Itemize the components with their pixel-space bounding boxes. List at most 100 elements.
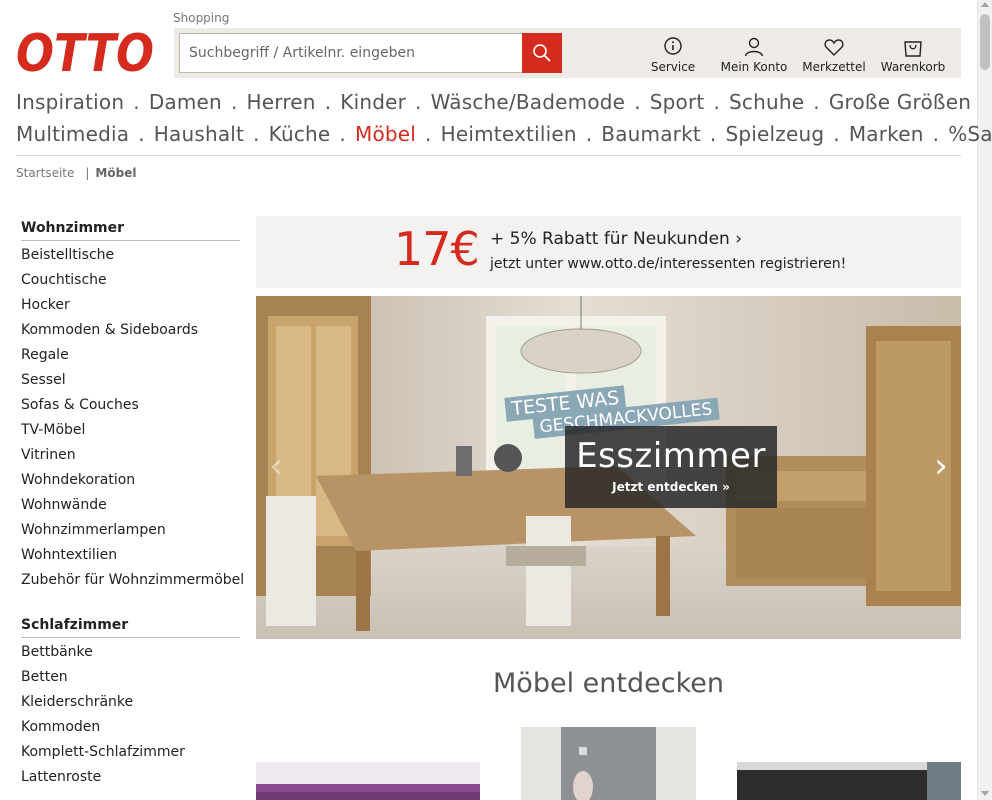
nav-separator: . (833, 122, 840, 146)
breadcrumb-home[interactable]: Startseite (16, 166, 74, 180)
nav-separator: . (324, 90, 332, 114)
nav-separator: . (713, 90, 721, 114)
nav-item-inspiration[interactable]: Inspiration (16, 90, 124, 114)
sidebar-link[interactable]: Betten (21, 665, 240, 690)
search-button[interactable] (522, 33, 562, 73)
sidebar-link[interactable]: Bettbänke (21, 640, 240, 665)
nav-item-grosse-groessen[interactable]: Große Größen (829, 90, 971, 114)
sidebar-link[interactable]: Wohnzimmerlampen (21, 518, 240, 543)
otto-logo-text: OTTO (16, 27, 154, 75)
search-box (179, 33, 523, 73)
sidebar-section-schlafzimmer: Schlafzimmer Bettbänke Betten Kleidersch… (21, 617, 240, 790)
sidebar-heading[interactable]: Schlafzimmer (21, 617, 240, 638)
promo-subtitle: jetzt unter www.otto.de/interessenten re… (490, 256, 847, 272)
sidebar-link[interactable]: Lattenroste (21, 765, 240, 790)
nav-item-kueche[interactable]: Küche (269, 122, 331, 146)
sidebar-heading[interactable]: Wohnzimmer (21, 220, 240, 241)
service-label: Service (650, 60, 696, 74)
sidebar-link[interactable]: Couchtische (21, 268, 240, 293)
nav-item-baumarkt[interactable]: Baumarkt (601, 122, 701, 146)
merkzettel-label: Merkzettel (802, 60, 866, 74)
otto-logo[interactable]: OTTO (16, 24, 156, 84)
sidebar-link[interactable]: Beistelltische (21, 243, 240, 268)
carousel-next-icon[interactable]: › (931, 446, 951, 486)
sidebar-link[interactable]: Regale (21, 343, 240, 368)
shopping-label: Shopping (173, 11, 230, 25)
sidebar-link[interactable]: Kommoden & Sideboards (21, 318, 240, 343)
discover-tile-image (737, 762, 961, 800)
sidebar-link[interactable]: Hocker (21, 293, 240, 318)
nav-divider (16, 155, 961, 156)
nav-item-heimtextilien[interactable]: Heimtextilien (441, 122, 577, 146)
sidebar-link[interactable]: Wohnwände (21, 493, 240, 518)
nav-item-sport[interactable]: Sport (650, 90, 705, 114)
info-icon (664, 37, 682, 55)
sidebar-section-wohnzimmer: Wohnzimmer Beistelltische Couchtische Ho… (21, 220, 244, 593)
sidebar-link[interactable]: Zubehör für Wohnzimmermöbel (21, 568, 244, 593)
search-icon (533, 44, 551, 62)
nav-item-herren[interactable]: Herren (247, 90, 316, 114)
scroll-down-arrow-icon[interactable] (981, 791, 989, 796)
warenkorb-button[interactable]: Warenkorb (880, 36, 946, 76)
promo-banner[interactable]: 17€ + 5% Rabatt für Neukunden › jetzt un… (256, 216, 961, 288)
nav-separator: . (133, 90, 140, 114)
section-title-moebel-entdecken: Möbel entdecken (493, 668, 724, 699)
sidebar-link[interactable]: Sessel (21, 368, 240, 393)
nav-separator: . (634, 90, 641, 114)
mein-konto-label: Mein Konto (720, 60, 788, 74)
breadcrumb-separator: | (85, 166, 90, 180)
nav-item-moebel[interactable]: Möbel (355, 122, 416, 146)
hero-banner[interactable]: Esszimmer Jetzt entdecken » (565, 426, 777, 508)
sidebar-link[interactable]: Wohntextilien (21, 543, 240, 568)
sidebar-link[interactable]: Kleiderschränke (21, 690, 240, 715)
otto-logo-icon: OTTO (16, 24, 154, 84)
nav-item-damen[interactable]: Damen (149, 90, 222, 114)
sidebar-link[interactable]: Vitrinen (21, 443, 240, 468)
nav-separator: . (813, 90, 820, 114)
nav-separator: . (585, 122, 593, 146)
heart-icon (824, 39, 844, 56)
warenkorb-label: Warenkorb (880, 60, 946, 74)
discover-tile-image (256, 762, 480, 800)
sidebar-link[interactable]: TV-Möbel (21, 418, 240, 443)
nav-item-multimedia[interactable]: Multimedia (16, 122, 129, 146)
scrollbar-thumb[interactable] (980, 14, 990, 70)
breadcrumb: Startseite | Möbel (16, 166, 136, 180)
sidebar-link[interactable]: Wohndekoration (21, 468, 240, 493)
scroll-up-arrow-icon[interactable] (981, 2, 989, 7)
nav-separator: . (339, 122, 346, 146)
discover-tile[interactable] (737, 762, 961, 800)
service-button[interactable]: Service (651, 36, 695, 76)
promo-title: + 5% Rabatt für Neukunden › (490, 229, 743, 249)
category-sidebar: Wohnzimmer Beistelltische Couchtische Ho… (21, 220, 244, 800)
nav-separator: . (253, 122, 260, 146)
breadcrumb-current: Möbel (95, 166, 137, 180)
nav-item-waesche-bademode[interactable]: Wäsche/Bademode (431, 90, 626, 114)
mein-konto-button[interactable]: Mein Konto (719, 36, 789, 76)
promo-price: 17€ (394, 222, 480, 276)
sidebar-link[interactable]: Komplett-Schlafzimmer (21, 740, 240, 765)
sidebar-link[interactable]: Sofas & Couches (21, 393, 240, 418)
user-icon (744, 37, 764, 57)
nav-item-marken[interactable]: Marken (849, 122, 924, 146)
nav-item-kinder[interactable]: Kinder (340, 90, 406, 114)
nav-separator: . (932, 122, 940, 146)
carousel-prev-icon[interactable]: ‹ (266, 446, 286, 486)
discover-tile[interactable] (256, 762, 480, 800)
nav-separator: . (709, 122, 717, 146)
category-nav-row-2: Multimedia. Haushalt. Küche. Möbel. Heimtext… (16, 122, 992, 146)
vertical-scrollbar[interactable] (977, 0, 992, 800)
hero-carousel[interactable]: TESTE WAS GESCHMACKVOLLES Esszimmer Jetz… (256, 296, 961, 639)
hero-title: Esszimmer (576, 436, 766, 476)
sidebar-link[interactable]: Kommoden (21, 715, 240, 740)
discover-tile[interactable] (521, 727, 696, 800)
nav-item-schuhe[interactable]: Schuhe (729, 90, 804, 114)
search-input[interactable] (180, 34, 523, 72)
nav-item-haushalt[interactable]: Haushalt (154, 122, 244, 146)
hero-cta[interactable]: Jetzt entdecken » (565, 480, 777, 494)
nav-separator: . (230, 90, 238, 114)
shopping-bag-icon (904, 41, 922, 57)
nav-item-spielzeug[interactable]: Spielzeug (725, 122, 824, 146)
nav-item-sale[interactable]: %Sale% (948, 122, 992, 146)
merkzettel-button[interactable]: Merkzettel (801, 36, 867, 76)
